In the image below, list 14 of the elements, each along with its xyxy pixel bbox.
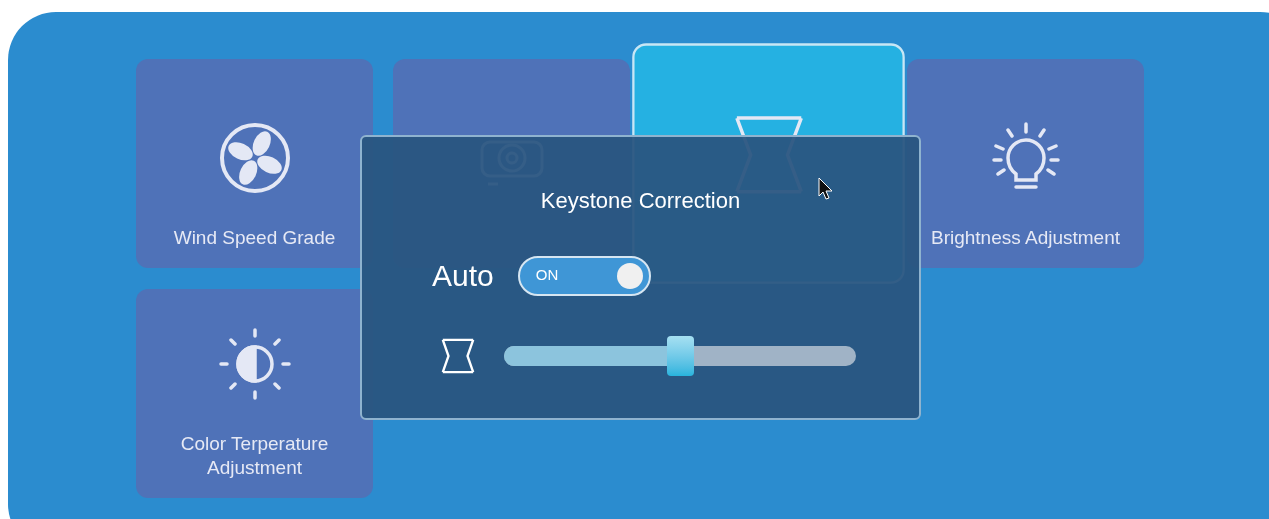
tile-label: Brightness Adjustment: [929, 226, 1121, 250]
keystone-slider[interactable]: [504, 336, 856, 376]
toggle-knob: [616, 262, 643, 289]
auto-toggle[interactable]: ON: [517, 255, 651, 296]
menu-tile[interactable]: Color Terperature Adjustment: [136, 289, 373, 498]
menu-tile[interactable]: Wind Speed Grade: [136, 59, 373, 268]
contrast-icon: [216, 326, 293, 402]
auto-label: Auto: [432, 258, 494, 294]
tile-label: Color Terperature Adjustment: [179, 432, 330, 480]
dialog-title: Keystone Correction: [540, 187, 741, 215]
slider-thumb[interactable]: [667, 336, 694, 376]
tile-label: Wind Speed Grade: [172, 226, 337, 250]
cursor-icon: [818, 177, 834, 201]
menu-tile[interactable]: Brightness Adjustment: [907, 59, 1144, 268]
